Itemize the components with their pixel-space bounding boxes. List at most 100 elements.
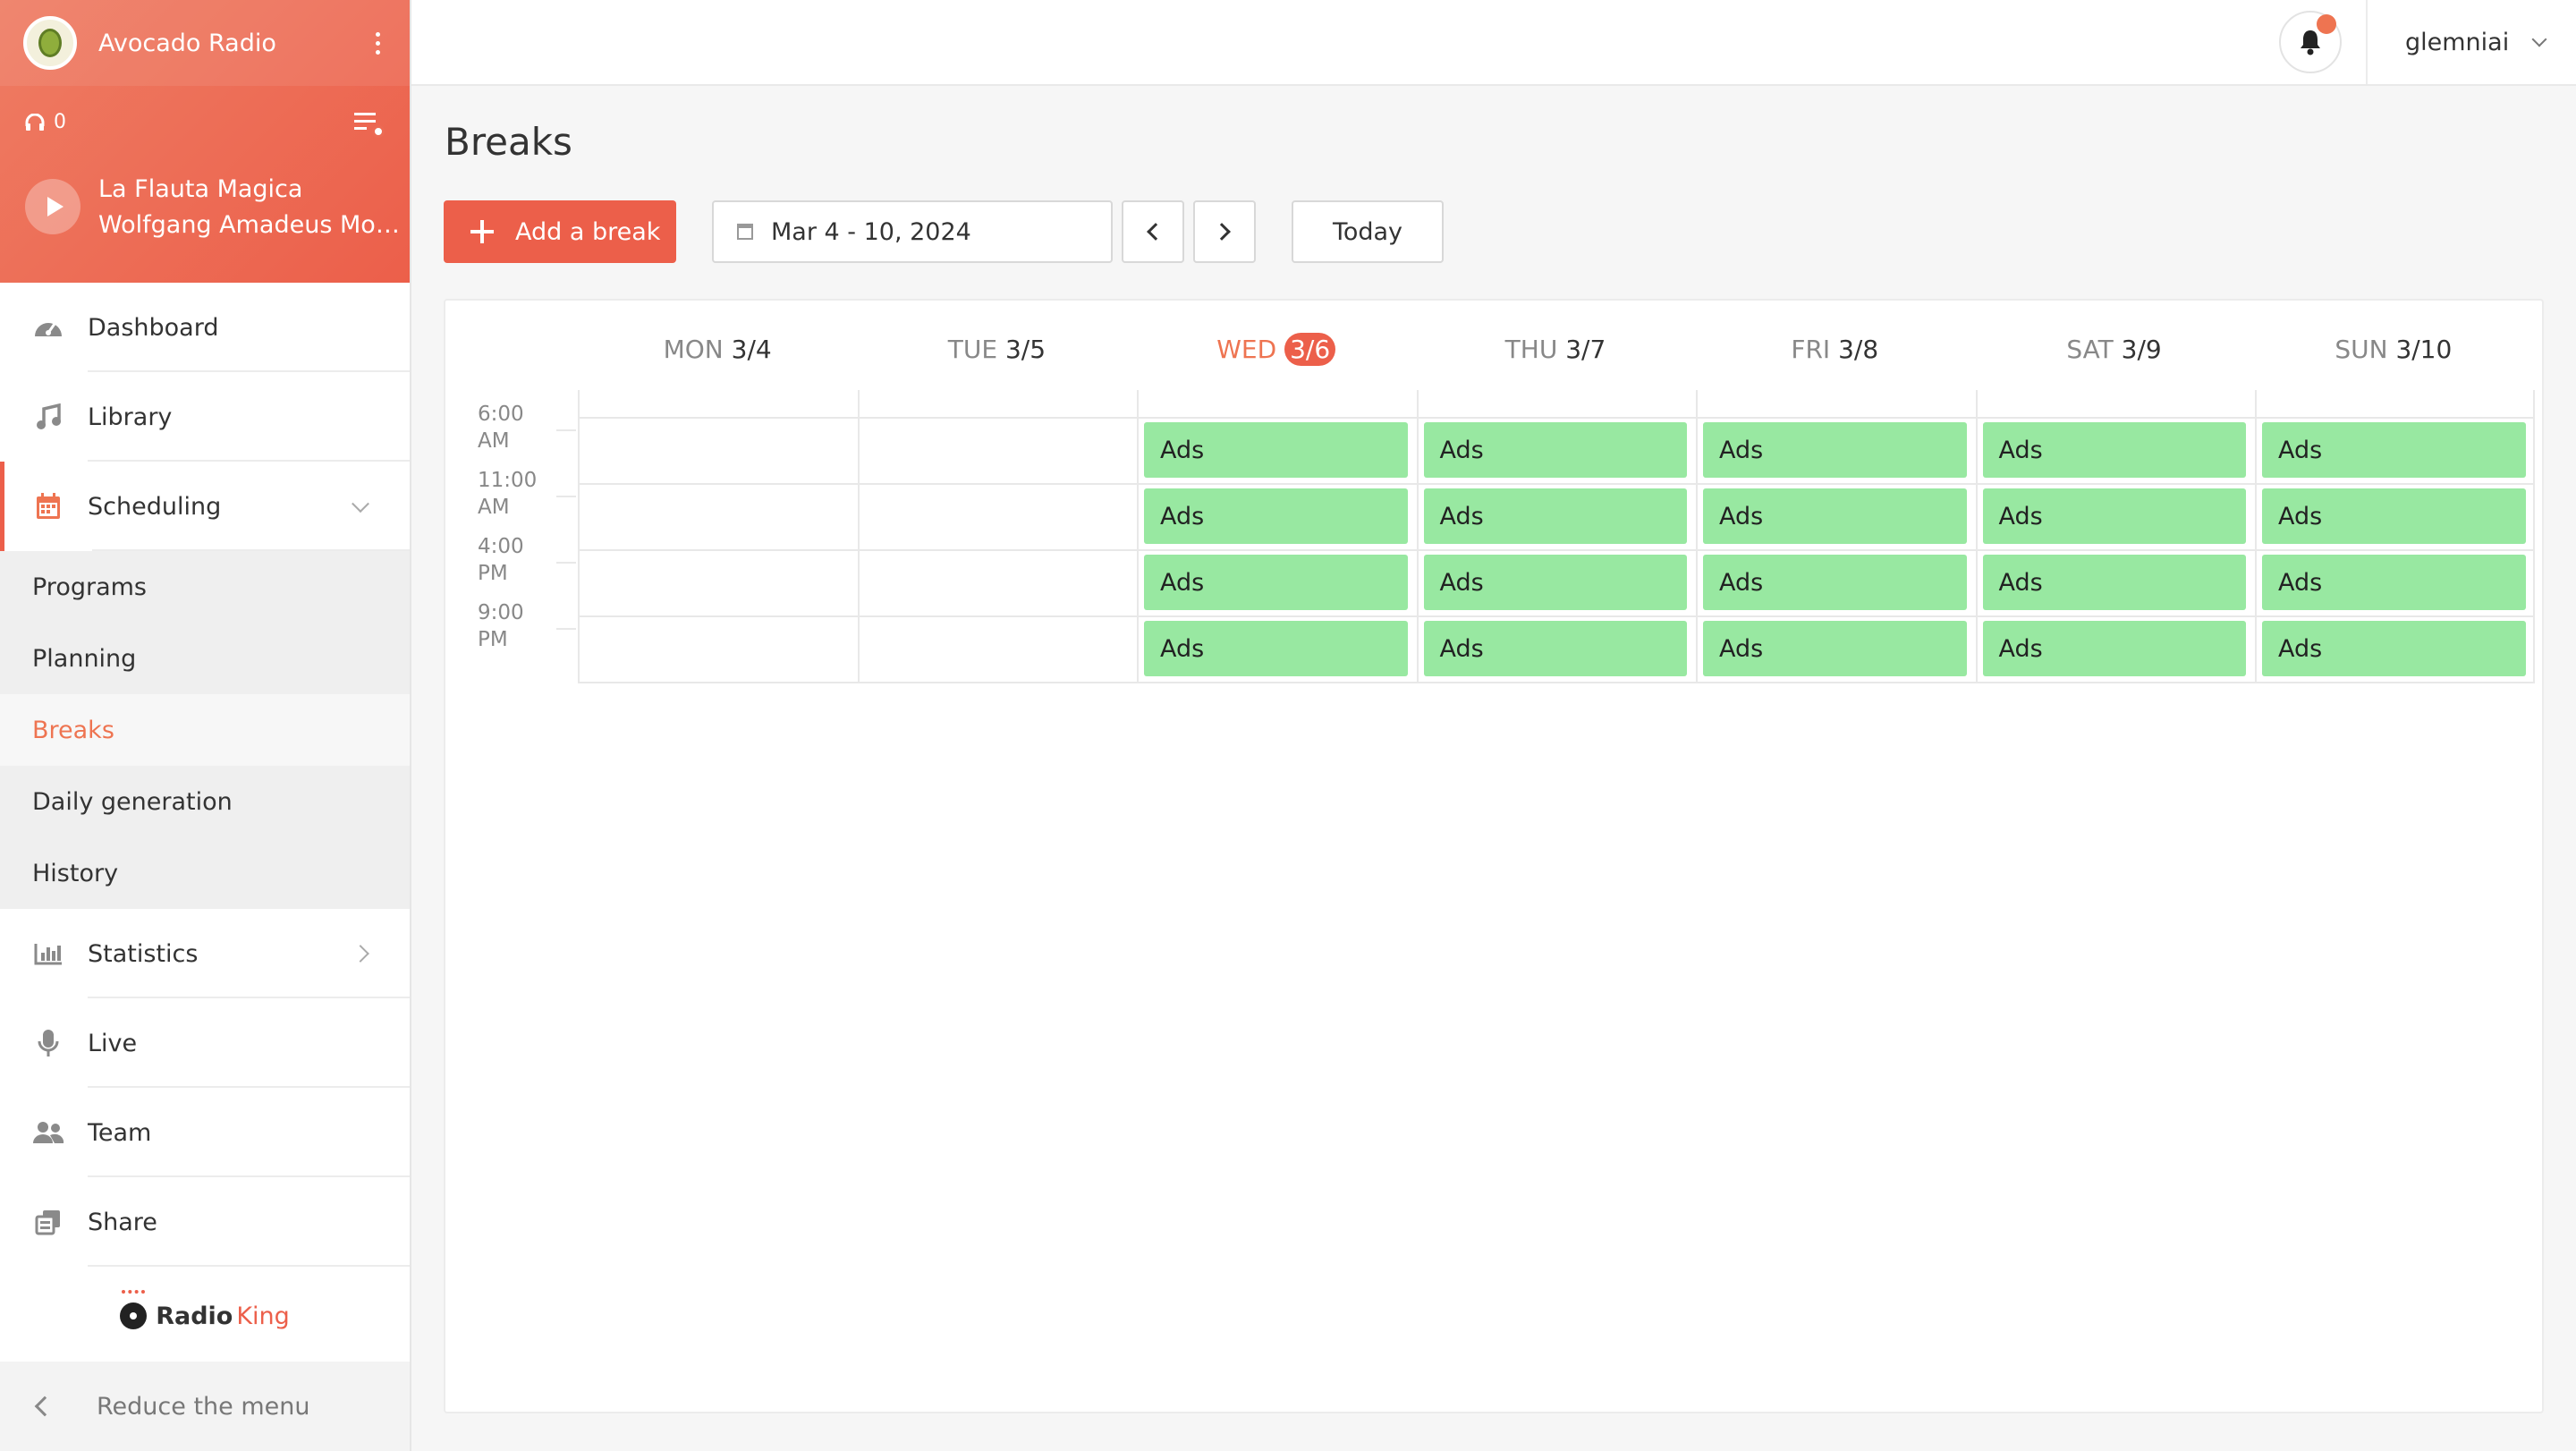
date-range-picker[interactable]: Mar 4 - 10, 2024 bbox=[712, 200, 1113, 263]
time-label: 6:00 AM bbox=[478, 401, 558, 454]
row-divider bbox=[578, 682, 2535, 683]
plus-icon bbox=[470, 220, 494, 243]
row-divider bbox=[578, 417, 2535, 419]
notifications-button[interactable] bbox=[2279, 11, 2342, 73]
sidebar-item-label: Scheduling bbox=[88, 492, 222, 521]
day-header-sat: SAT 3/9 bbox=[1974, 327, 2253, 372]
sidebar-item-label: Share bbox=[88, 1208, 157, 1236]
top-bar: glemniai bbox=[411, 0, 2576, 86]
user-menu[interactable]: glemniai bbox=[2366, 0, 2576, 84]
track-artist: Wolfgang Amadeus Moz... bbox=[98, 211, 402, 239]
break-slot[interactable]: Ads bbox=[1144, 488, 1408, 544]
share-icon bbox=[32, 1206, 64, 1238]
username: glemniai bbox=[2405, 28, 2510, 56]
calendar-grid: Ads Ads Ads Ads Ads Ads Ads Ads Ads Ads Ads Ads Ads A… bbox=[578, 390, 2535, 683]
page-title: Breaks bbox=[445, 120, 572, 164]
day-headers: MON 3/4 TUE 3/5 WED 3/6 THU 3/7 FRI 3/8 SAT 3… bbox=[578, 327, 2533, 372]
brand-part-1: Radio bbox=[156, 1302, 233, 1330]
break-slot[interactable]: Ads bbox=[1703, 621, 1967, 676]
time-tick bbox=[556, 496, 576, 497]
sidebar-item-library[interactable]: Library bbox=[0, 372, 410, 462]
time-label: 11:00 AM bbox=[478, 467, 558, 521]
station-name: Avocado Radio bbox=[98, 29, 276, 57]
sidebar-item-statistics[interactable]: Statistics bbox=[0, 909, 410, 998]
day-header-tue: TUE 3/5 bbox=[857, 327, 1136, 372]
station-bar[interactable]: Avocado Radio bbox=[0, 0, 410, 86]
reduce-menu-button[interactable]: Reduce the menu bbox=[0, 1362, 410, 1451]
week-calendar: MON 3/4 TUE 3/5 WED 3/6 THU 3/7 FRI 3/8 SAT 3… bbox=[444, 299, 2544, 1413]
notification-badge bbox=[2317, 14, 2336, 34]
brand-part-2: King bbox=[236, 1302, 290, 1330]
day-header-wed: WED 3/6 bbox=[1137, 327, 1416, 372]
break-slot[interactable]: Ads bbox=[2262, 488, 2526, 544]
submenu-item-history[interactable]: History bbox=[0, 837, 410, 909]
calendar-icon bbox=[32, 490, 64, 522]
break-slot[interactable]: Ads bbox=[1982, 621, 2246, 676]
day-header-mon: MON 3/4 bbox=[578, 327, 857, 372]
break-slot[interactable]: Ads bbox=[1144, 555, 1408, 610]
break-slot[interactable]: Ads bbox=[1703, 555, 1967, 610]
day-name: FRI bbox=[1791, 335, 1839, 364]
previous-week-button[interactable] bbox=[1122, 200, 1184, 263]
break-slot[interactable]: Ads bbox=[1144, 621, 1408, 676]
day-date: 3/9 bbox=[2121, 335, 2162, 364]
chevron-left-icon bbox=[1147, 223, 1165, 241]
break-slot[interactable]: Ads bbox=[2262, 422, 2526, 478]
break-slot[interactable]: Ads bbox=[1703, 422, 1967, 478]
break-slot[interactable]: Ads bbox=[1982, 488, 2246, 544]
row-divider bbox=[578, 615, 2535, 617]
add-break-button[interactable]: Add a break bbox=[444, 200, 676, 263]
sidebar-item-team[interactable]: Team bbox=[0, 1088, 410, 1177]
more-options-icon[interactable] bbox=[369, 31, 386, 55]
break-slot[interactable]: Ads bbox=[1423, 621, 1687, 676]
sidebar-item-label: Library bbox=[88, 403, 173, 431]
time-value: 6:00 bbox=[478, 403, 524, 426]
submenu-item-programs[interactable]: Programs bbox=[0, 551, 410, 623]
sidebar: Avocado Radio 0 La Flauta Magica Wolfgan… bbox=[0, 0, 411, 1451]
track-title: La Flauta Magica bbox=[98, 175, 303, 203]
day-date: 3/6 bbox=[1284, 333, 1336, 366]
submenu-item-breaks[interactable]: Breaks bbox=[0, 694, 410, 766]
chevron-left-icon bbox=[34, 1396, 55, 1417]
break-slot[interactable]: Ads bbox=[1144, 422, 1408, 478]
submenu-item-daily-generation[interactable]: Daily generation bbox=[0, 766, 410, 837]
next-week-button[interactable] bbox=[1193, 200, 1256, 263]
day-header-fri: FRI 3/8 bbox=[1695, 327, 1974, 372]
sidebar-item-share[interactable]: Share bbox=[0, 1177, 410, 1267]
play-icon[interactable] bbox=[25, 179, 80, 234]
day-name: SUN bbox=[2334, 335, 2396, 364]
sidebar-item-live[interactable]: Live bbox=[0, 998, 410, 1088]
today-button[interactable]: Today bbox=[1292, 200, 1444, 263]
queue-icon[interactable] bbox=[354, 111, 385, 138]
scheduling-submenu: Programs Planning Breaks Daily generatio… bbox=[0, 551, 410, 909]
break-slot[interactable]: Ads bbox=[1423, 555, 1687, 610]
break-slot[interactable]: Ads bbox=[1982, 422, 2246, 478]
day-name: TUE bbox=[947, 335, 1005, 364]
sidebar-item-scheduling[interactable]: Scheduling bbox=[0, 462, 410, 551]
row-divider bbox=[578, 549, 2535, 551]
time-tick bbox=[556, 562, 576, 564]
radioking-mark-icon bbox=[120, 1290, 148, 1329]
day-column bbox=[857, 390, 1138, 683]
listeners-count: 0 bbox=[54, 111, 66, 133]
sidebar-item-dashboard[interactable]: Dashboard bbox=[0, 283, 410, 372]
break-slot[interactable]: Ads bbox=[2262, 555, 2526, 610]
time-value: 9:00 bbox=[478, 601, 524, 624]
break-slot[interactable]: Ads bbox=[1982, 555, 2246, 610]
break-slot[interactable]: Ads bbox=[1423, 422, 1687, 478]
chevron-down-icon bbox=[352, 495, 369, 513]
submenu-item-planning[interactable]: Planning bbox=[0, 623, 410, 694]
break-slot[interactable]: Ads bbox=[2262, 621, 2526, 676]
users-icon bbox=[32, 1116, 64, 1149]
time-value: 11:00 bbox=[478, 469, 538, 492]
microphone-icon bbox=[32, 1027, 64, 1059]
time-label: 9:00 PM bbox=[478, 599, 558, 653]
reduce-menu-label: Reduce the menu bbox=[97, 1392, 310, 1421]
headphones-icon bbox=[25, 113, 45, 131]
music-note-icon bbox=[32, 401, 64, 433]
day-name: SAT bbox=[2066, 335, 2122, 364]
break-slot[interactable]: Ads bbox=[1423, 488, 1687, 544]
time-label: 4:00 PM bbox=[478, 533, 558, 587]
break-slot[interactable]: Ads bbox=[1703, 488, 1967, 544]
day-name: THU bbox=[1504, 335, 1566, 364]
